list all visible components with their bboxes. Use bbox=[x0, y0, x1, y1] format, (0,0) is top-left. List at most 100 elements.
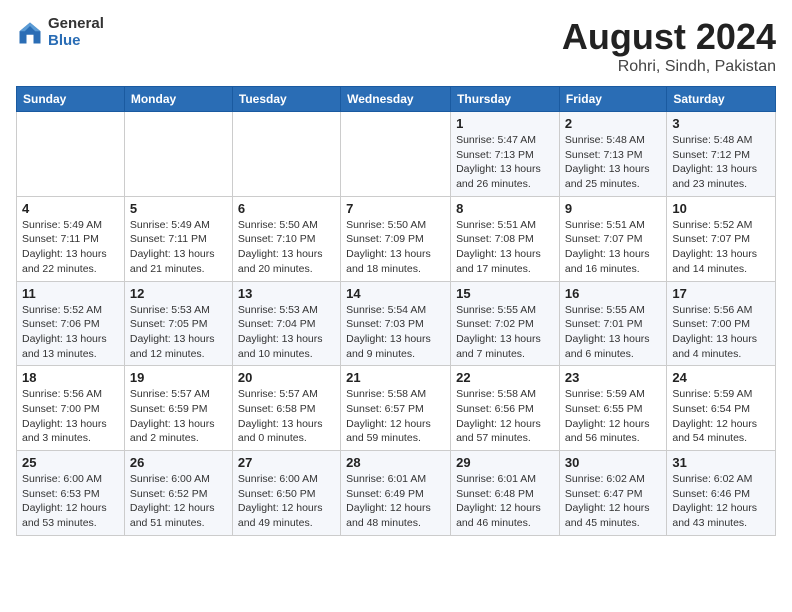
day-info: Sunrise: 5:50 AMSunset: 7:09 PMDaylight:… bbox=[346, 218, 445, 277]
logo-text: General Blue bbox=[48, 16, 104, 49]
page-header: General Blue August 2024 Rohri, Sindh, P… bbox=[16, 16, 776, 76]
day-number: 21 bbox=[346, 370, 445, 385]
calendar-body: 1 Sunrise: 5:47 AMSunset: 7:13 PMDaylight… bbox=[17, 112, 776, 536]
calendar-cell: 29Sunrise: 6:01 AMSunset: 6:48 PMDayligh… bbox=[451, 451, 560, 536]
day-number: 20 bbox=[238, 370, 335, 385]
day-number: 12 bbox=[130, 286, 227, 301]
week-row-2: 11 Sunrise: 5:52 AMSunset: 7:06 PMDayligh… bbox=[17, 281, 776, 366]
calendar-cell: 13 Sunrise: 5:53 AMSunset: 7:04 PMDayligh… bbox=[232, 281, 340, 366]
calendar-cell: 28 Sunrise: 6:01 AMSunset: 6:49 PMDayligh… bbox=[341, 451, 451, 536]
calendar-cell: 17Sunrise: 5:56 AMSunset: 7:00 PMDayligh… bbox=[667, 281, 776, 366]
day-info: Sunrise: 5:52 AMSunset: 7:07 PMDaylight:… bbox=[672, 218, 770, 277]
day-info: Sunrise: 5:53 AMSunset: 7:04 PMDaylight:… bbox=[238, 303, 335, 362]
calendar-cell bbox=[232, 112, 340, 197]
day-info: Sunrise: 5:58 AMSunset: 6:57 PMDaylight:… bbox=[346, 387, 445, 446]
day-info: Sunrise: 5:57 AMSunset: 6:58 PMDaylight:… bbox=[238, 387, 335, 446]
header-monday: Monday bbox=[124, 87, 232, 112]
day-number: 6 bbox=[238, 201, 335, 216]
day-info: Sunrise: 5:48 AMSunset: 7:13 PMDaylight:… bbox=[565, 133, 661, 192]
calendar-location: Rohri, Sindh, Pakistan bbox=[562, 58, 776, 76]
day-number: 3 bbox=[672, 116, 770, 131]
day-info: Sunrise: 5:48 AMSunset: 7:12 PMDaylight:… bbox=[672, 133, 770, 192]
calendar-cell: 7 Sunrise: 5:50 AMSunset: 7:09 PMDaylight… bbox=[341, 196, 451, 281]
calendar-cell: 31Sunrise: 6:02 AMSunset: 6:46 PMDayligh… bbox=[667, 451, 776, 536]
calendar-cell: 1 Sunrise: 5:47 AMSunset: 7:13 PMDaylight… bbox=[451, 112, 560, 197]
day-number: 8 bbox=[456, 201, 554, 216]
calendar-cell: 26 Sunrise: 6:00 AMSunset: 6:52 PMDayligh… bbox=[124, 451, 232, 536]
calendar-cell: 15Sunrise: 5:55 AMSunset: 7:02 PMDayligh… bbox=[451, 281, 560, 366]
day-number: 1 bbox=[456, 116, 554, 131]
day-info: Sunrise: 5:59 AMSunset: 6:55 PMDaylight:… bbox=[565, 387, 661, 446]
day-info: Sunrise: 5:52 AMSunset: 7:06 PMDaylight:… bbox=[22, 303, 119, 362]
day-number: 28 bbox=[346, 455, 445, 470]
calendar-cell: 21 Sunrise: 5:58 AMSunset: 6:57 PMDayligh… bbox=[341, 366, 451, 451]
day-number: 23 bbox=[565, 370, 661, 385]
day-info: Sunrise: 6:00 AMSunset: 6:52 PMDaylight:… bbox=[130, 472, 227, 531]
day-number: 11 bbox=[22, 286, 119, 301]
week-row-0: 1 Sunrise: 5:47 AMSunset: 7:13 PMDaylight… bbox=[17, 112, 776, 197]
header-saturday: Saturday bbox=[667, 87, 776, 112]
day-number: 31 bbox=[672, 455, 770, 470]
calendar-table: SundayMondayTuesdayWednesdayThursdayFrid… bbox=[16, 86, 776, 536]
day-number: 14 bbox=[346, 286, 445, 301]
calendar-cell: 9 Sunrise: 5:51 AMSunset: 7:07 PMDaylight… bbox=[559, 196, 666, 281]
calendar-cell: 27Sunrise: 6:00 AMSunset: 6:50 PMDayligh… bbox=[232, 451, 340, 536]
calendar-title: August 2024 bbox=[562, 16, 776, 58]
day-number: 19 bbox=[130, 370, 227, 385]
week-row-4: 25Sunrise: 6:00 AMSunset: 6:53 PMDayligh… bbox=[17, 451, 776, 536]
calendar-cell: 19 Sunrise: 5:57 AMSunset: 6:59 PMDayligh… bbox=[124, 366, 232, 451]
logo-blue-text: Blue bbox=[48, 33, 104, 50]
day-info: Sunrise: 5:56 AMSunset: 7:00 PMDaylight:… bbox=[672, 303, 770, 362]
calendar-cell: 30 Sunrise: 6:02 AMSunset: 6:47 PMDayligh… bbox=[559, 451, 666, 536]
day-info: Sunrise: 5:51 AMSunset: 7:08 PMDaylight:… bbox=[456, 218, 554, 277]
day-number: 13 bbox=[238, 286, 335, 301]
day-info: Sunrise: 5:51 AMSunset: 7:07 PMDaylight:… bbox=[565, 218, 661, 277]
title-block: August 2024 Rohri, Sindh, Pakistan bbox=[562, 16, 776, 76]
calendar-cell: 24Sunrise: 5:59 AMSunset: 6:54 PMDayligh… bbox=[667, 366, 776, 451]
calendar-cell: 2 Sunrise: 5:48 AMSunset: 7:13 PMDaylight… bbox=[559, 112, 666, 197]
day-info: Sunrise: 5:53 AMSunset: 7:05 PMDaylight:… bbox=[130, 303, 227, 362]
header-wednesday: Wednesday bbox=[341, 87, 451, 112]
day-number: 2 bbox=[565, 116, 661, 131]
day-info: Sunrise: 5:50 AMSunset: 7:10 PMDaylight:… bbox=[238, 218, 335, 277]
day-info: Sunrise: 6:02 AMSunset: 6:47 PMDaylight:… bbox=[565, 472, 661, 531]
day-info: Sunrise: 5:59 AMSunset: 6:54 PMDaylight:… bbox=[672, 387, 770, 446]
day-number: 26 bbox=[130, 455, 227, 470]
day-number: 30 bbox=[565, 455, 661, 470]
logo-general-text: General bbox=[48, 16, 104, 33]
logo: General Blue bbox=[16, 16, 104, 49]
day-number: 18 bbox=[22, 370, 119, 385]
calendar-header: SundayMondayTuesdayWednesdayThursdayFrid… bbox=[17, 87, 776, 112]
calendar-cell bbox=[124, 112, 232, 197]
calendar-cell: 10 Sunrise: 5:52 AMSunset: 7:07 PMDayligh… bbox=[667, 196, 776, 281]
header-sunday: Sunday bbox=[17, 87, 125, 112]
day-info: Sunrise: 5:47 AMSunset: 7:13 PMDaylight:… bbox=[456, 133, 554, 192]
day-info: Sunrise: 5:58 AMSunset: 6:56 PMDaylight:… bbox=[456, 387, 554, 446]
calendar-cell: 11 Sunrise: 5:52 AMSunset: 7:06 PMDayligh… bbox=[17, 281, 125, 366]
calendar-cell: 25Sunrise: 6:00 AMSunset: 6:53 PMDayligh… bbox=[17, 451, 125, 536]
calendar-cell: 12 Sunrise: 5:53 AMSunset: 7:05 PMDayligh… bbox=[124, 281, 232, 366]
day-info: Sunrise: 6:00 AMSunset: 6:50 PMDaylight:… bbox=[238, 472, 335, 531]
day-number: 9 bbox=[565, 201, 661, 216]
header-thursday: Thursday bbox=[451, 87, 560, 112]
day-number: 10 bbox=[672, 201, 770, 216]
header-friday: Friday bbox=[559, 87, 666, 112]
day-info: Sunrise: 5:57 AMSunset: 6:59 PMDaylight:… bbox=[130, 387, 227, 446]
day-number: 25 bbox=[22, 455, 119, 470]
header-tuesday: Tuesday bbox=[232, 87, 340, 112]
day-info: Sunrise: 5:55 AMSunset: 7:01 PMDaylight:… bbox=[565, 303, 661, 362]
calendar-cell: 8 Sunrise: 5:51 AMSunset: 7:08 PMDaylight… bbox=[451, 196, 560, 281]
day-info: Sunrise: 5:54 AMSunset: 7:03 PMDaylight:… bbox=[346, 303, 445, 362]
day-number: 5 bbox=[130, 201, 227, 216]
day-info: Sunrise: 6:01 AMSunset: 6:49 PMDaylight:… bbox=[346, 472, 445, 531]
calendar-cell bbox=[341, 112, 451, 197]
calendar-cell: 5Sunrise: 5:49 AMSunset: 7:11 PMDaylight… bbox=[124, 196, 232, 281]
day-info: Sunrise: 5:56 AMSunset: 7:00 PMDaylight:… bbox=[22, 387, 119, 446]
day-number: 15 bbox=[456, 286, 554, 301]
calendar-cell: 4Sunrise: 5:49 AMSunset: 7:11 PMDaylight… bbox=[17, 196, 125, 281]
day-number: 7 bbox=[346, 201, 445, 216]
calendar-cell: 14 Sunrise: 5:54 AMSunset: 7:03 PMDayligh… bbox=[341, 281, 451, 366]
week-row-1: 4Sunrise: 5:49 AMSunset: 7:11 PMDaylight… bbox=[17, 196, 776, 281]
calendar-cell: 3 Sunrise: 5:48 AMSunset: 7:12 PMDaylight… bbox=[667, 112, 776, 197]
day-number: 16 bbox=[565, 286, 661, 301]
